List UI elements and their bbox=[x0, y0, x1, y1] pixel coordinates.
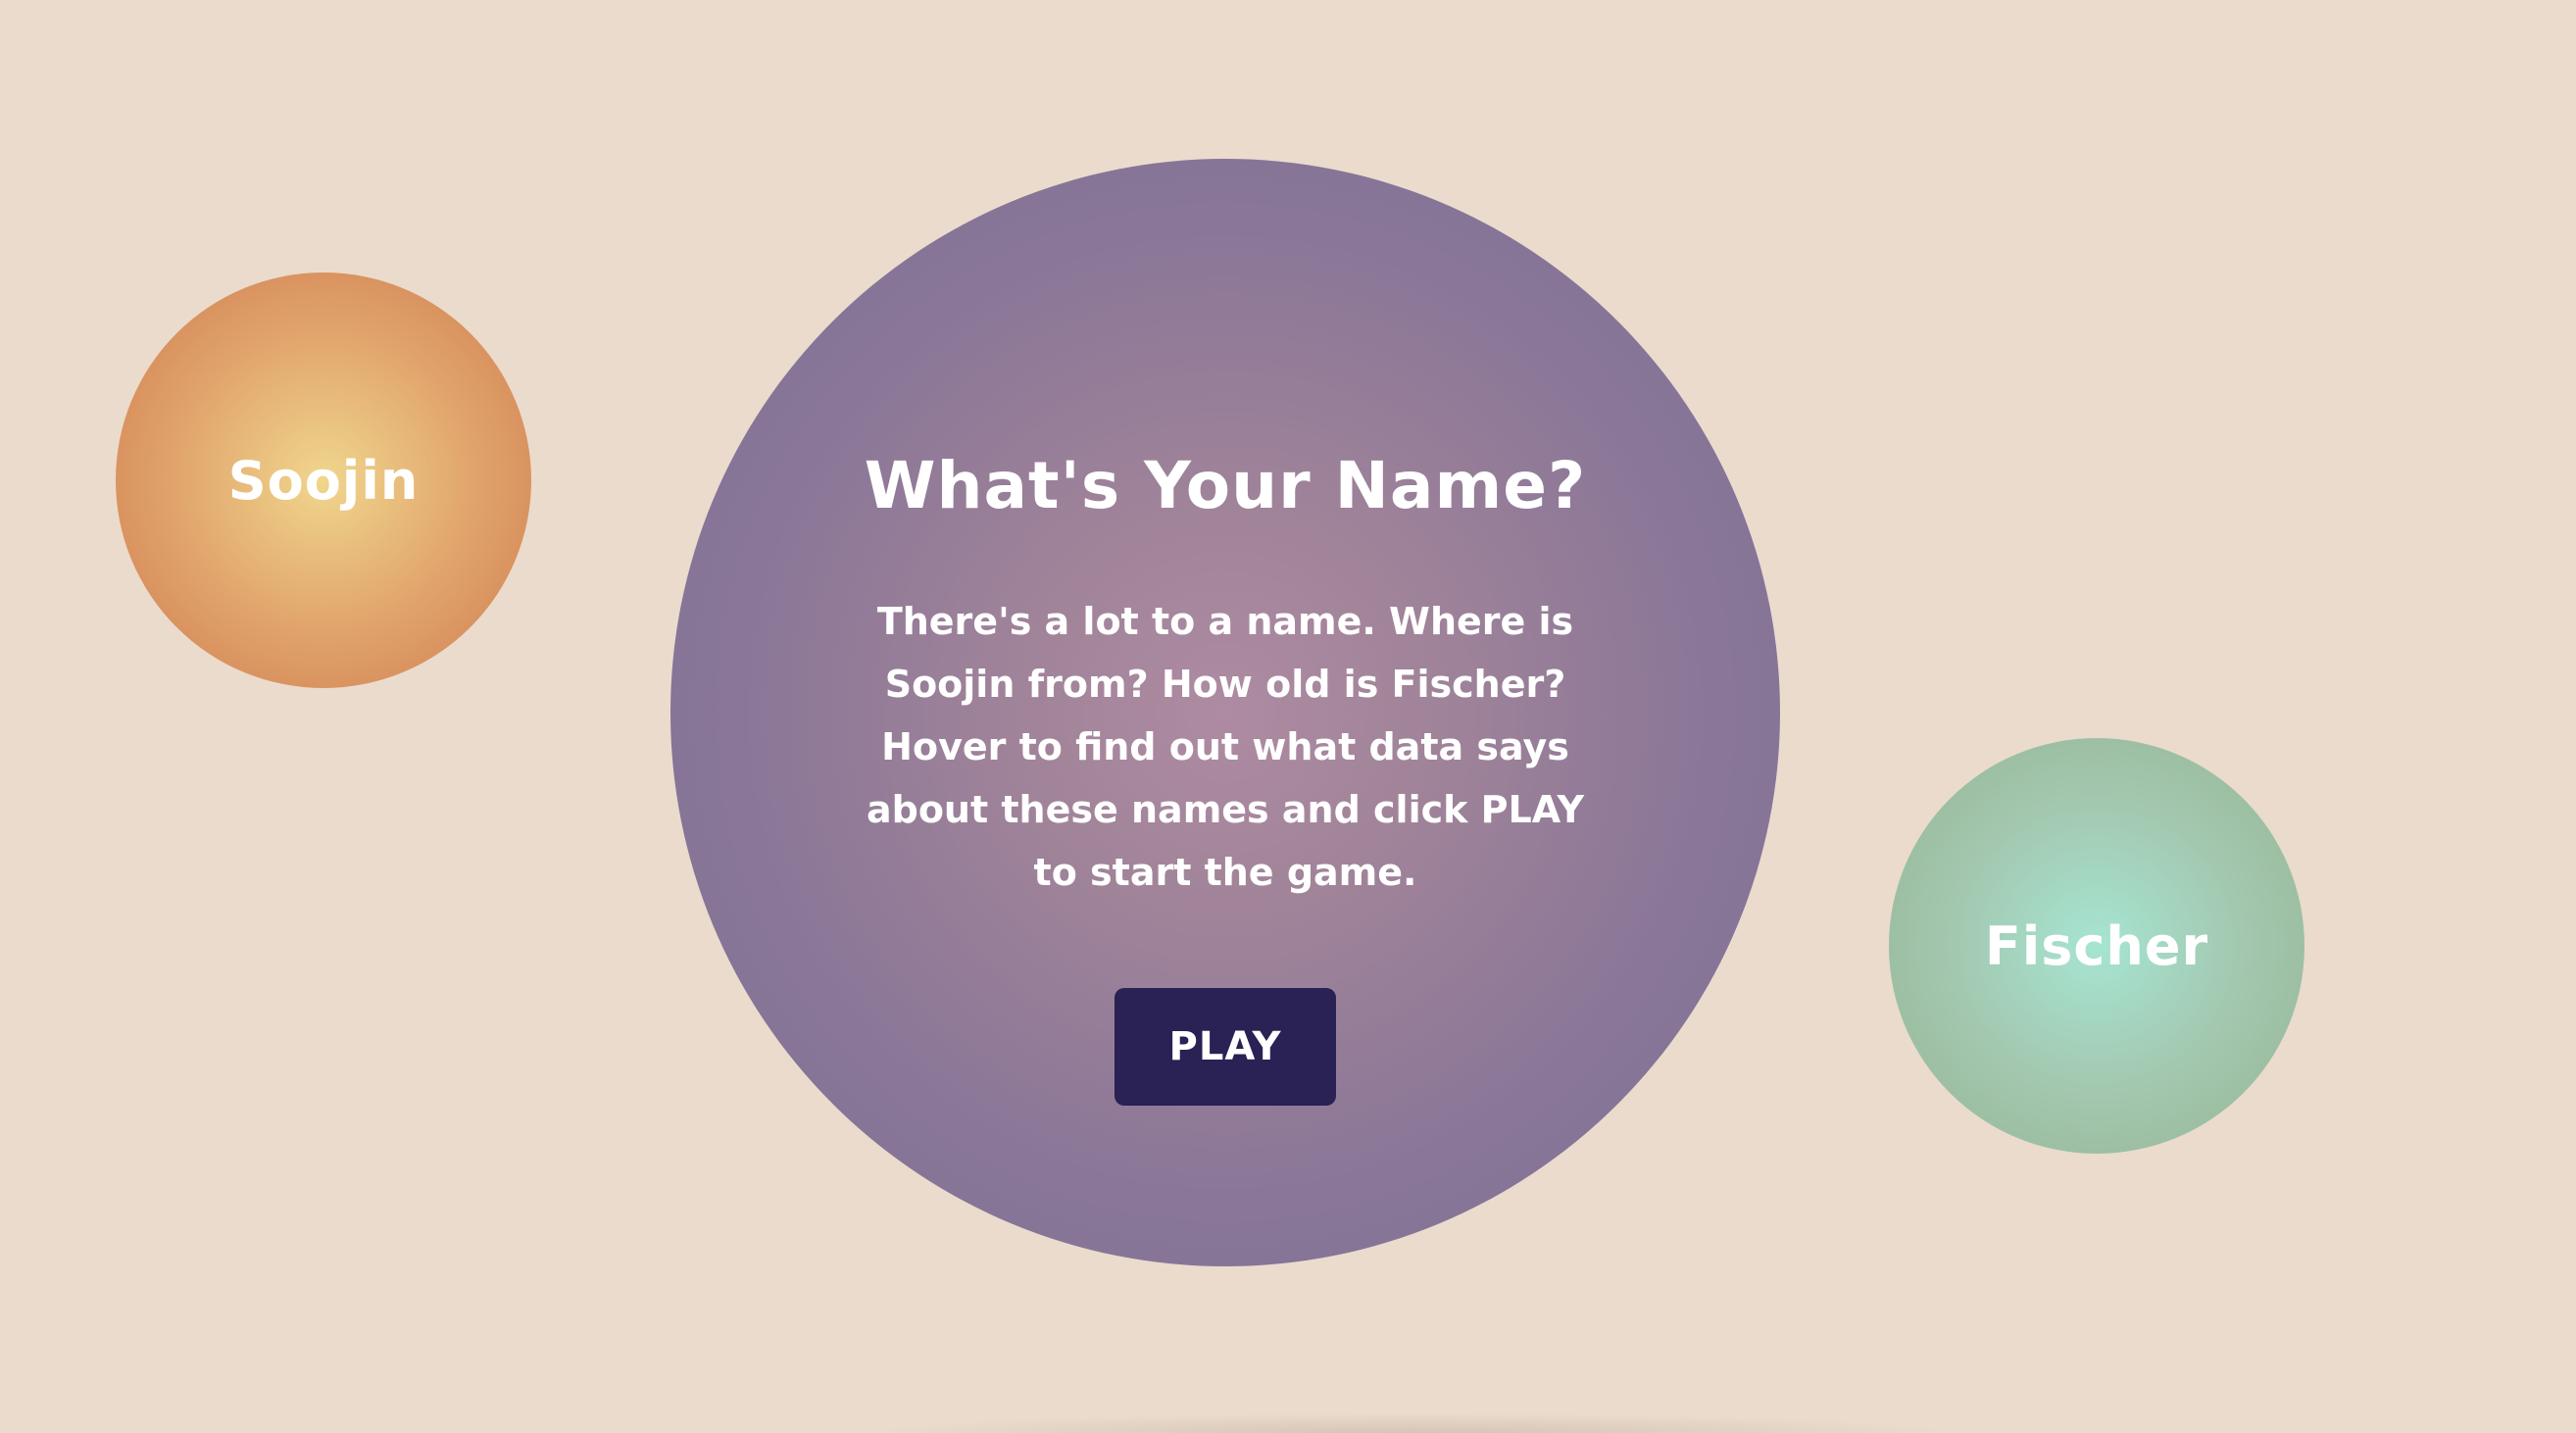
intro-description: There's a lot to a name. Where is Soojin… bbox=[866, 600, 1584, 894]
play-button[interactable]: PLAY bbox=[1115, 988, 1336, 1106]
name-bubble-label: Fischer bbox=[1984, 914, 2209, 977]
intro-circle: What's Your Name? There's a lot to a nam… bbox=[670, 159, 1780, 1266]
name-bubble-soojin[interactable]: Soojin bbox=[116, 272, 531, 688]
game-stage: Soojin What's Your Name? There's a lot t… bbox=[0, 0, 2576, 1433]
bottom-shadow bbox=[863, 1413, 1960, 1433]
name-bubble-label: Soojin bbox=[227, 449, 420, 512]
intro-title: What's Your Name? bbox=[864, 448, 1587, 523]
name-bubble-fischer[interactable]: Fischer bbox=[1889, 738, 2304, 1154]
